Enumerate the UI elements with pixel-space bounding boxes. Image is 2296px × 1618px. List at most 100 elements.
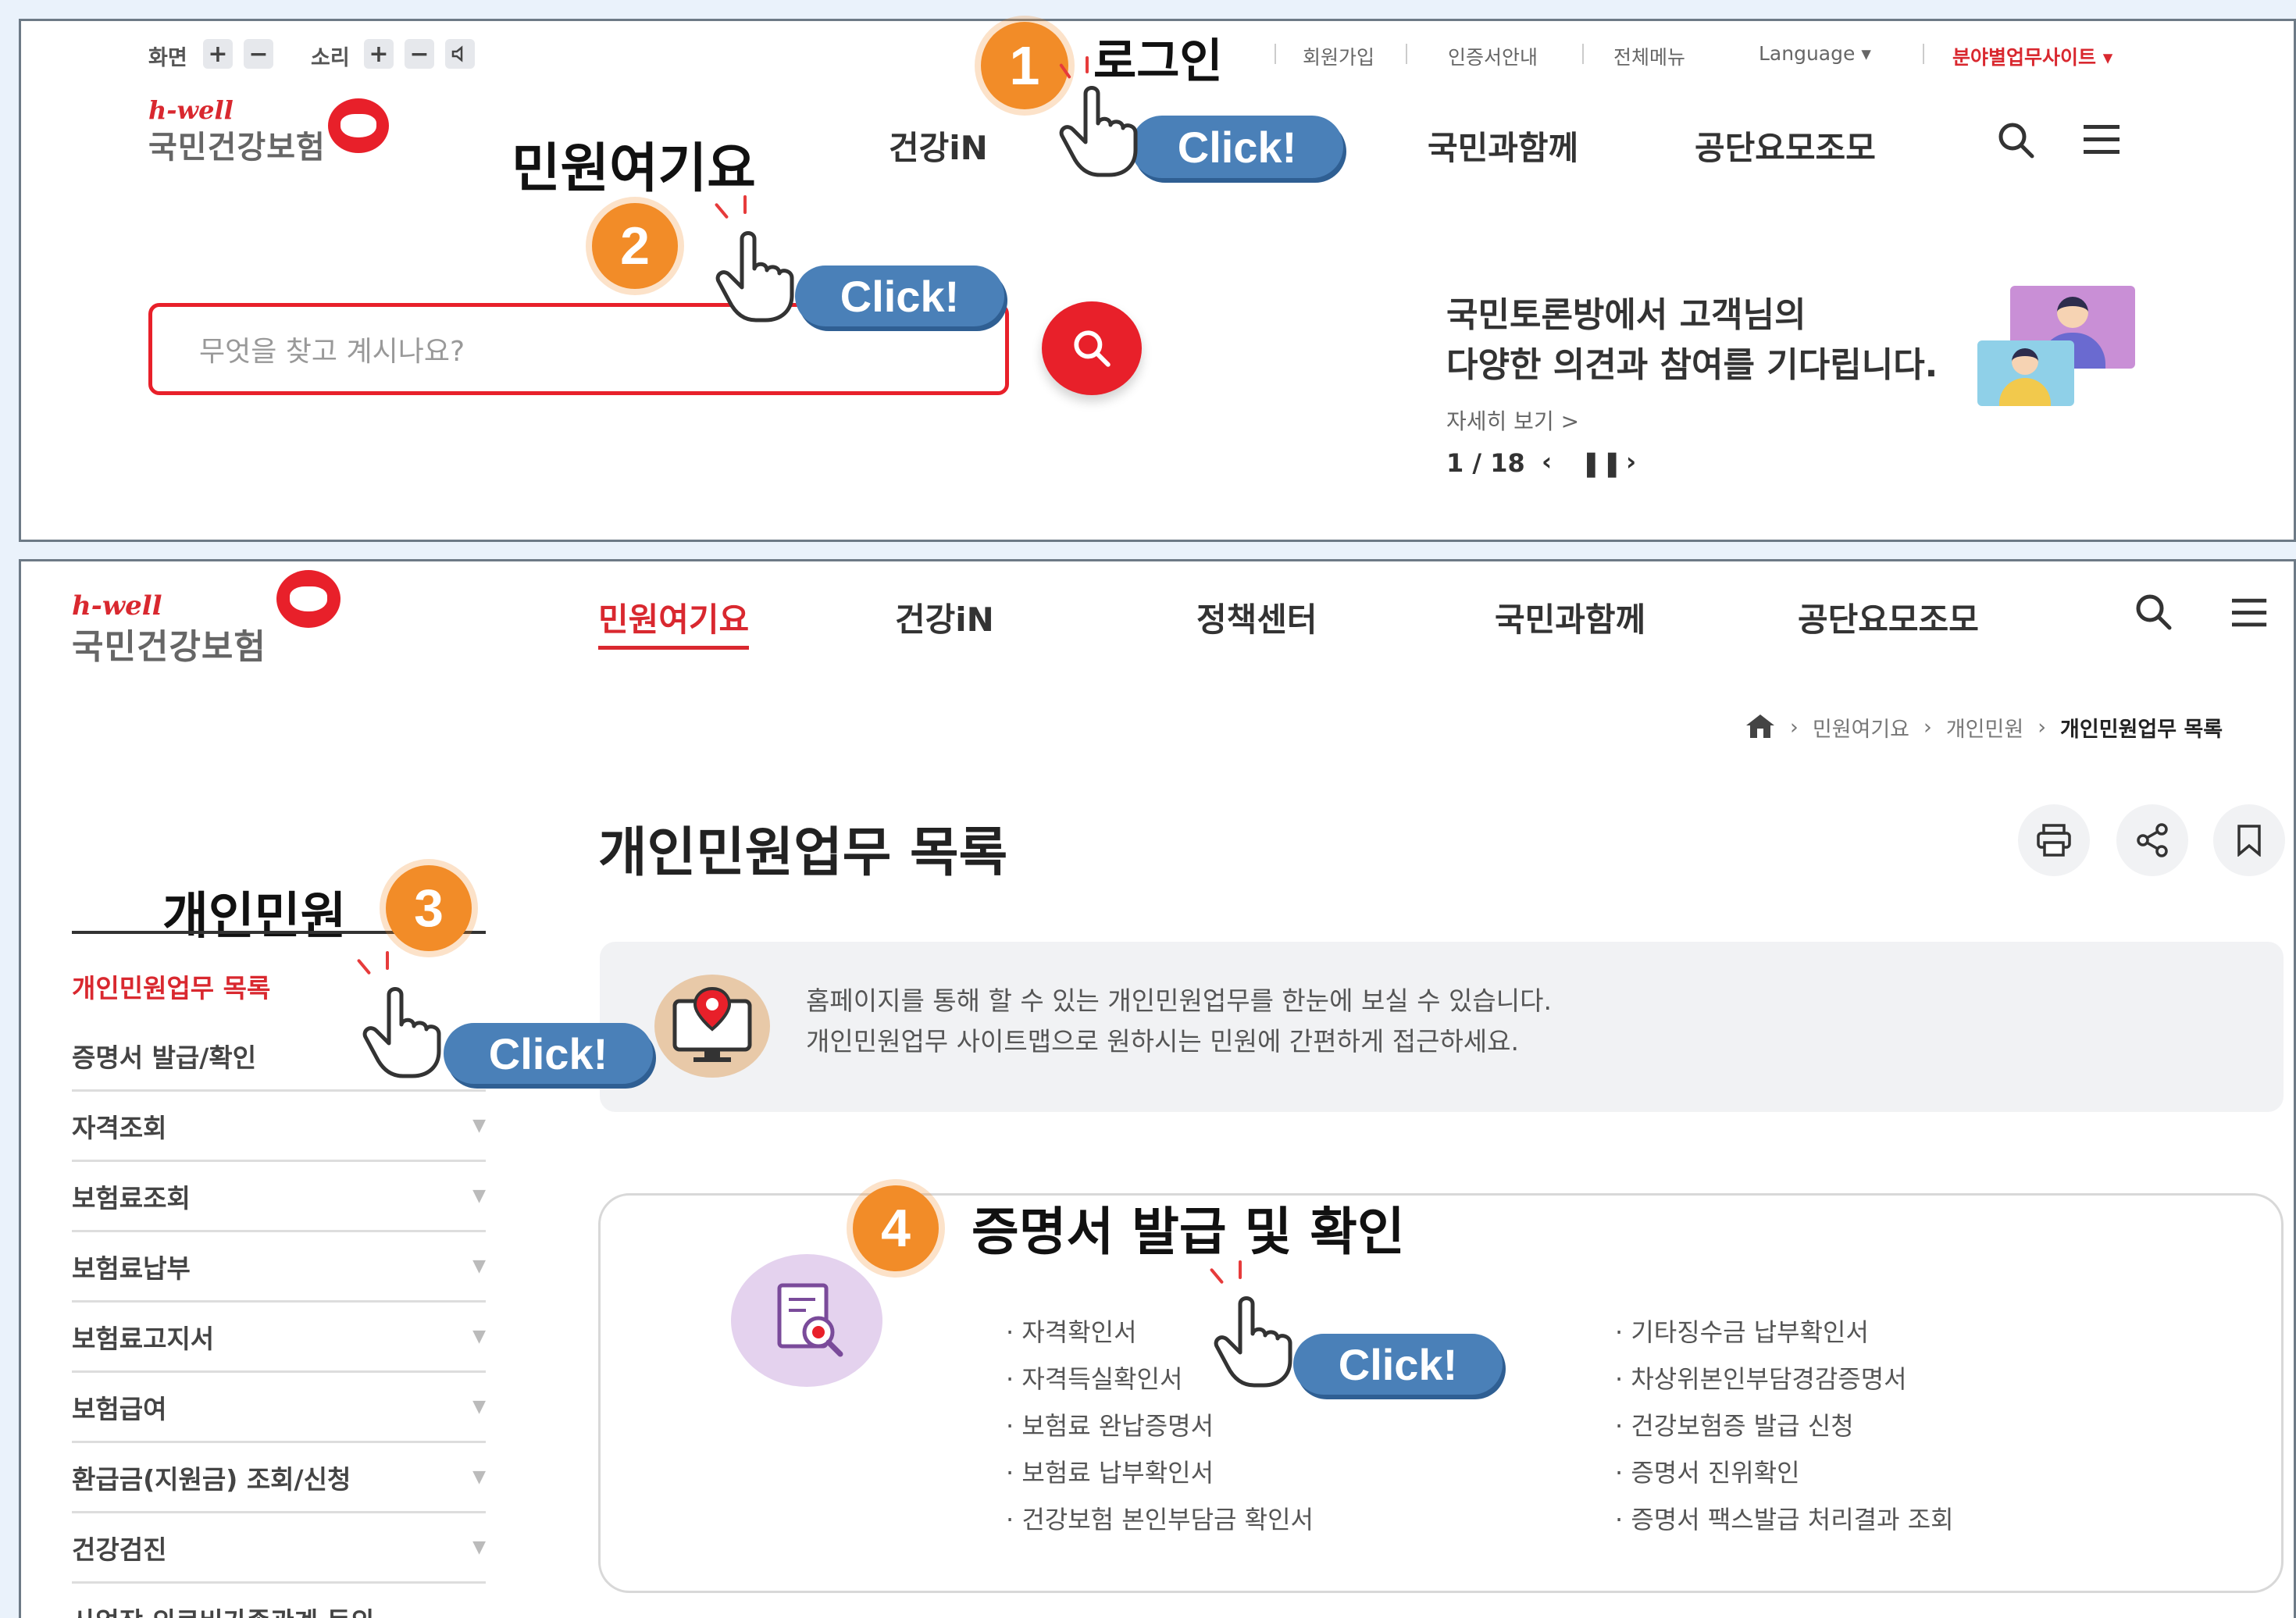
search-icon[interactable]: [1996, 120, 2035, 162]
click-callout: Click!: [444, 1023, 653, 1084]
info-text-block: 홈페이지를 통해 할 수 있는 개인민원업무를 한눈에 보실 수 있습니다. 개…: [806, 981, 1552, 1062]
logo-hwell-text: h-well: [72, 590, 162, 622]
screen-zoom-in-button[interactable]: +: [203, 39, 233, 69]
divider: [1406, 44, 1407, 64]
top-screenshot-panel: [19, 19, 2296, 542]
promo-banner[interactable]: 국민토론방에서 고객님의 다양한 의견과 참여를 기다립니다. 자세히 보기 >: [1446, 290, 1938, 436]
site-logo[interactable]: h-well 국민건강보험: [148, 98, 326, 167]
list-item[interactable]: · 기타징수금 납부확인서: [1615, 1309, 1954, 1356]
nav-health-in[interactable]: 건강iN: [895, 593, 994, 641]
print-icon[interactable]: [2018, 804, 2090, 876]
share-icon[interactable]: [2116, 804, 2188, 876]
promo-more-link[interactable]: 자세히 보기 >: [1446, 404, 1938, 436]
promo-illustration-person-icon: [1977, 340, 2074, 406]
list-item[interactable]: · 건강보험증 발급 신청: [1615, 1402, 1954, 1449]
promo-line-2: 다양한 의견과 참여를 기다립니다.: [1446, 345, 1938, 385]
menu-icon[interactable]: [2084, 123, 2123, 159]
sidebar-item-refund[interactable]: 환급금(지원금) 조회/신청 ▼: [72, 1443, 486, 1513]
promo-prev-icon[interactable]: ‹: [1542, 447, 1552, 476]
sound-label: 소리: [311, 46, 350, 70]
sidebar-item-label: 증명서 발급/확인: [72, 1042, 257, 1073]
sidebar-item-medical-expense[interactable]: 사업장 의료비가족관계 등의: [72, 1584, 486, 1618]
logo-name-text: 국민건강보험: [72, 627, 266, 667]
breadcrumb-separator: ›: [2038, 715, 2047, 740]
speaker-icon[interactable]: [445, 39, 475, 69]
pointer-hand-icon: [715, 231, 794, 323]
volume-up-button[interactable]: +: [364, 39, 394, 69]
sidebar-item-label: 보험료고지서: [72, 1323, 215, 1354]
sidebar-item-label: 보험료납부: [72, 1253, 191, 1284]
certificate-magnifier-icon: [731, 1254, 882, 1387]
nav-about[interactable]: 공단요모조모: [1695, 122, 1876, 169]
page-title: 개인민원업무 목록: [598, 822, 1008, 884]
breadcrumb-item[interactable]: 개인민원: [1946, 712, 2023, 743]
breadcrumb-item[interactable]: 민원여기요: [1813, 712, 1909, 743]
pointer-hand-icon: [362, 987, 441, 1078]
home-icon[interactable]: [1745, 713, 1776, 743]
info-line-2: 개인민원업무 사이트맵으로 원하시는 민원에 간편하게 접근하세요.: [806, 1026, 1520, 1057]
info-line-1: 홈페이지를 통해 할 수 있는 개인민원업무를 한눈에 보실 수 있습니다.: [806, 985, 1552, 1016]
click-spark: [743, 195, 747, 214]
sidebar-title: 개인민원: [162, 888, 347, 946]
menu-icon[interactable]: [2232, 597, 2269, 633]
list-item[interactable]: · 건강보험 본인부담금 확인서: [1006, 1496, 1314, 1543]
logo-name-text: 국민건강보험: [148, 130, 326, 166]
chevron-down-icon: ▼: [472, 1327, 486, 1346]
map-pin-monitor-icon: [654, 975, 770, 1078]
nav-minwon[interactable]: 민원여기요: [512, 125, 756, 202]
chevron-down-icon: ▼: [472, 1256, 486, 1276]
screen-size-label: 화면: [148, 46, 187, 70]
list-item[interactable]: · 보험료 납부확인서: [1006, 1449, 1314, 1496]
site-logo[interactable]: h-well 국민건강보험: [72, 593, 266, 668]
promo-next-icon[interactable]: ›: [1626, 447, 1636, 476]
chevron-down-icon: ▼: [472, 1116, 486, 1135]
breadcrumb-separator: ›: [1923, 715, 1932, 740]
divider: [1582, 44, 1584, 64]
sidebar-item-label: 보험급여: [72, 1393, 167, 1424]
chevron-down-icon: ▼: [472, 1538, 486, 1557]
promo-pause-icon[interactable]: ❚❚: [1581, 448, 1623, 478]
business-sites-select[interactable]: 분야별업무사이트 ▾: [1952, 42, 2112, 70]
language-select[interactable]: Language ▾: [1759, 42, 1871, 65]
chevron-down-icon: ▼: [472, 1186, 486, 1206]
divider: [1275, 44, 1276, 64]
sidebar-item-eligibility[interactable]: 자격조회 ▼: [72, 1092, 486, 1162]
sidebar-item-premium-inquiry[interactable]: 보험료조회 ▼: [72, 1162, 486, 1232]
sidebar-item-label: 사업장 의료비가족관계 등의: [72, 1601, 374, 1618]
list-item[interactable]: · 차상위본인부담경감증명서: [1615, 1356, 1954, 1402]
sidebar-item-label: 보험료조회: [72, 1182, 191, 1214]
signup-link[interactable]: 회원가입: [1303, 42, 1374, 70]
sidebar-item-checkup[interactable]: 건강검진 ▼: [72, 1513, 486, 1584]
nav-about[interactable]: 공단요모조모: [1798, 593, 1979, 641]
bookmark-icon[interactable]: [2213, 804, 2285, 876]
sidebar-item-label: 자격조회: [72, 1112, 167, 1143]
list-item[interactable]: · 증명서 팩스발급 처리결과 조회: [1615, 1496, 1954, 1543]
promo-line-1: 국민토론방에서 고객님의: [1446, 295, 1806, 335]
nav-health-in[interactable]: 건강iN: [889, 122, 988, 169]
sidebar-item-benefits[interactable]: 보험급여 ▼: [72, 1373, 486, 1443]
nav-together[interactable]: 국민과함께: [1428, 122, 1578, 169]
nav-together[interactable]: 국민과함께: [1495, 593, 1645, 641]
nav-minwon[interactable]: 민원여기요: [598, 593, 750, 650]
breadcrumb-current: 개인민원업무 목록: [2060, 718, 2223, 742]
logo-mark-icon: [276, 570, 340, 628]
sidebar-item-premium-notice[interactable]: 보험료고지서 ▼: [72, 1303, 486, 1373]
certificate-guide-link[interactable]: 인증서안내: [1448, 42, 1538, 70]
screen-zoom-out-button[interactable]: −: [244, 39, 273, 69]
click-callout: Click!: [1293, 1334, 1503, 1395]
divider: [1923, 44, 1924, 64]
search-icon[interactable]: [2134, 592, 2173, 634]
nav-policy-center[interactable]: 정책센터: [1196, 593, 1317, 641]
search-submit-button[interactable]: [1042, 301, 1142, 395]
sidebar-item-label: 환급금(지원금) 조회/신청: [72, 1463, 351, 1495]
volume-down-button[interactable]: −: [405, 39, 434, 69]
all-menu-link[interactable]: 전체메뉴: [1613, 42, 1685, 70]
breadcrumb-separator: ›: [1790, 715, 1799, 740]
certificate-heading[interactable]: 증명서 발급 및 확인: [972, 1190, 1405, 1265]
step-4-badge: 4: [853, 1185, 939, 1271]
list-item[interactable]: · 보험료 완납증명서: [1006, 1402, 1314, 1449]
breadcrumb: › 민원여기요 › 개인민원 › 개인민원업무 목록: [1745, 712, 2223, 743]
sidebar-item-premium-payment[interactable]: 보험료납부 ▼: [72, 1232, 486, 1303]
step-3-badge: 3: [386, 865, 472, 951]
list-item[interactable]: · 증명서 진위확인: [1615, 1449, 1954, 1496]
